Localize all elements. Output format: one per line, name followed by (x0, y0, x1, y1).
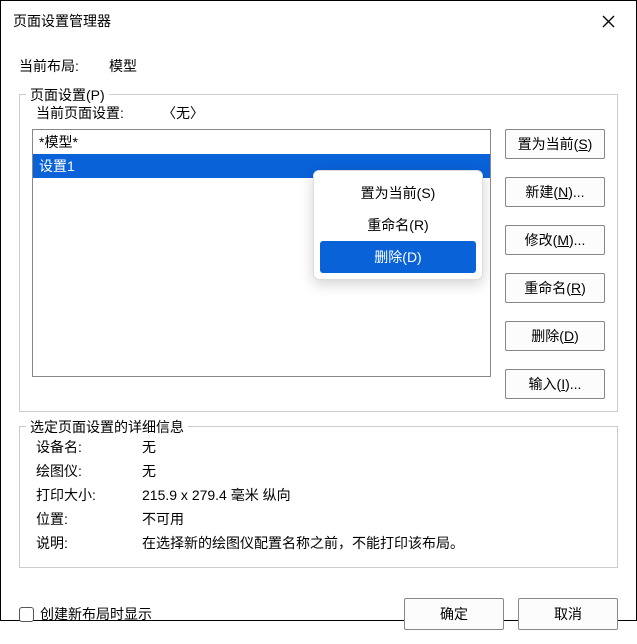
modify-button[interactable]: 修改(M)... (505, 225, 605, 255)
size-value: 215.9 x 279.4 毫米 纵向 (142, 483, 291, 507)
context-menu: 置为当前(S) 重命名(R) 删除(D) (313, 170, 483, 280)
plotter-value: 无 (142, 459, 156, 483)
list-item[interactable]: *模型* (33, 130, 490, 154)
rename-button[interactable]: 重命名(R) (505, 273, 605, 303)
new-button[interactable]: 新建(N)... (505, 177, 605, 207)
page-setup-listbox[interactable]: *模型* 设置1 置为当前(S) 重命名(R) 删除(D) (32, 129, 491, 377)
location-label: 位置: (32, 507, 142, 531)
current-page-setup-value: 〈无〉 (162, 103, 204, 123)
close-button[interactable] (592, 9, 624, 33)
ok-button[interactable]: 确定 (404, 598, 504, 630)
close-icon (602, 15, 615, 28)
context-delete[interactable]: 删除(D) (320, 241, 476, 273)
plotter-label: 绘图仪: (32, 459, 142, 483)
show-on-new-layout-label: 创建新布局时显示 (40, 604, 152, 624)
page-setup-legend: 页面设置(P) (26, 85, 109, 105)
dialog-title: 页面设置管理器 (13, 11, 111, 31)
current-layout-label: 当前布局: (19, 56, 109, 76)
context-rename[interactable]: 重命名(R) (320, 209, 476, 241)
device-label: 设备名: (32, 435, 142, 459)
current-layout-value: 模型 (109, 56, 137, 76)
context-set-current[interactable]: 置为当前(S) (320, 177, 476, 209)
delete-button[interactable]: 删除(D) (505, 321, 605, 351)
desc-label: 说明: (32, 531, 142, 555)
size-label: 打印大小: (32, 483, 142, 507)
set-current-button[interactable]: 置为当前(S) (505, 129, 605, 159)
location-value: 不可用 (142, 507, 184, 531)
cancel-button[interactable]: 取消 (518, 598, 618, 630)
desc-value: 在选择新的绘图仪配置名称之前，不能打印该布局。 (142, 531, 464, 555)
current-page-setup-label: 当前页面设置: (32, 103, 162, 123)
device-value: 无 (142, 435, 156, 459)
import-button[interactable]: 输入(I)... (505, 369, 605, 399)
show-on-new-layout-checkbox[interactable] (19, 607, 34, 622)
details-legend: 选定页面设置的详细信息 (26, 417, 188, 437)
